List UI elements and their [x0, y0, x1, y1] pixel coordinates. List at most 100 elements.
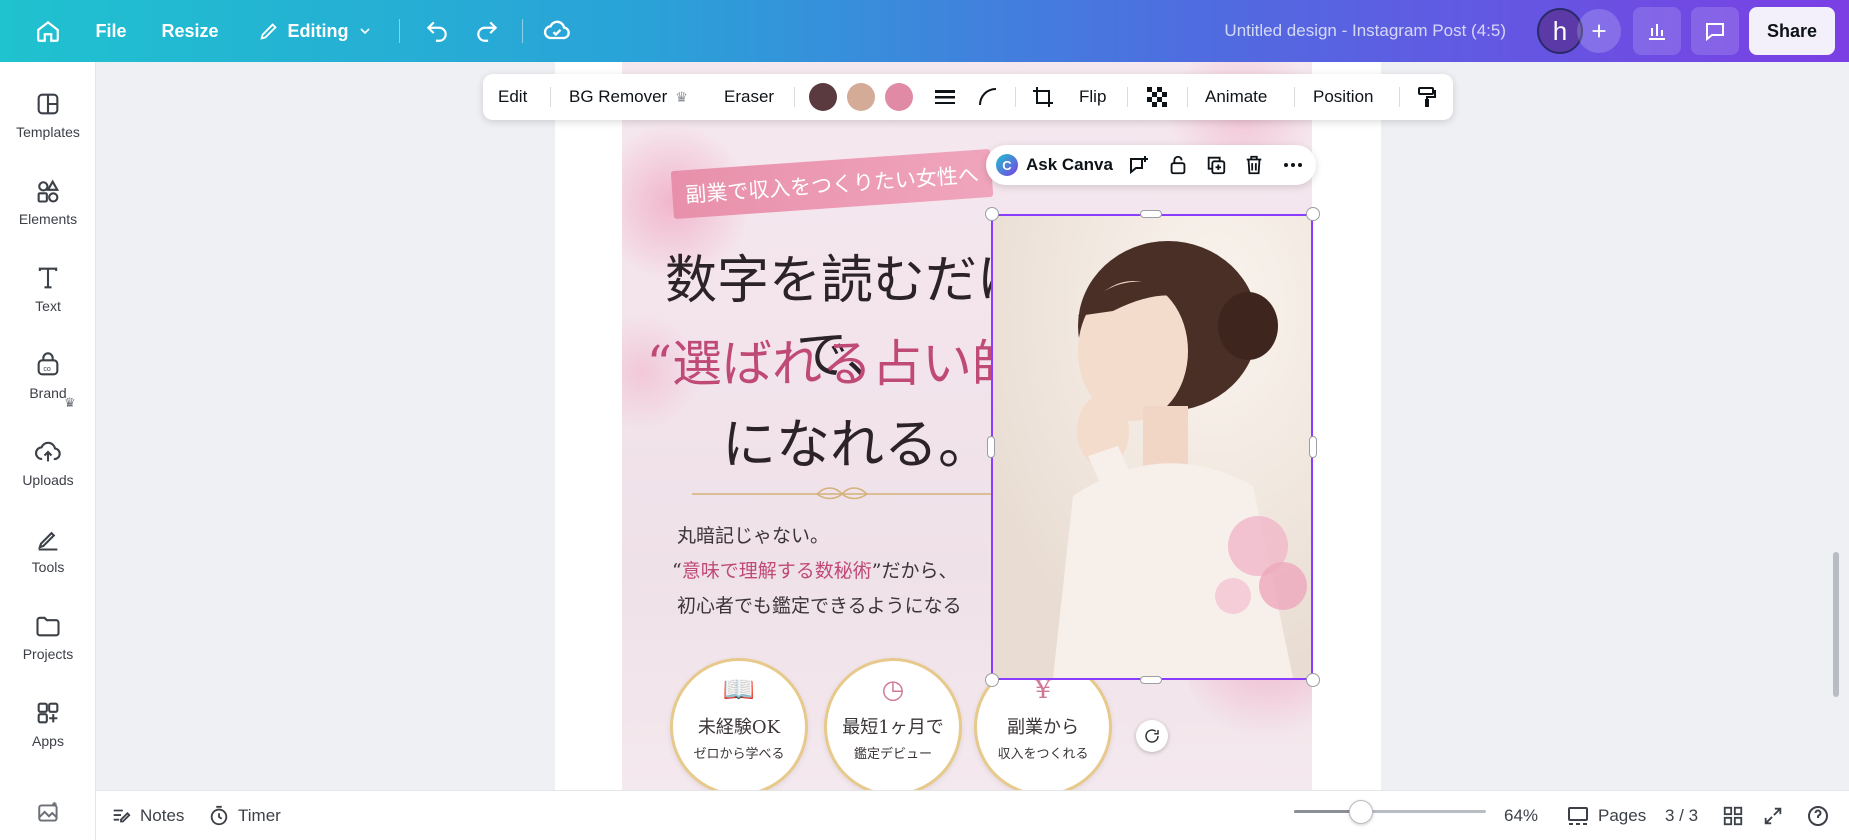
uploads-icon [34, 441, 61, 462]
border-style-icon [935, 90, 955, 104]
design-title[interactable]: Untitled design - Instagram Post (4:5) [1224, 0, 1506, 62]
pages-label: Pages [1598, 806, 1647, 825]
pages-button[interactable]: Pages [1566, 791, 1646, 840]
divider [399, 19, 400, 43]
ask-canva-label: Ask Canva [1026, 155, 1113, 174]
flip-button[interactable]: Flip [1079, 74, 1106, 120]
canvas-area[interactable]: 副業で収入をつくりたい女性へ 数字を読むだけで、 “選ばれる占い師” になれる。… [96, 62, 1849, 790]
add-collaborator-button[interactable] [1577, 9, 1621, 53]
bg-remover-button[interactable]: BG Remover ♛ [569, 74, 688, 120]
sidebar-item-projects[interactable]: Projects [0, 612, 96, 692]
more-options-button[interactable] [1281, 145, 1305, 185]
badge-subtitle: 鑑定デビュー [853, 747, 932, 762]
sidebar-item-label: Brand [29, 385, 67, 401]
eraser-button[interactable]: Eraser [724, 74, 774, 120]
resize-handle-left[interactable] [987, 436, 995, 458]
clock-icon: ◷ [881, 675, 905, 705]
zoom-slider-thumb[interactable] [1349, 800, 1374, 824]
color-swatch[interactable] [847, 83, 875, 111]
resize-handle[interactable] [985, 207, 999, 221]
edit-button[interactable]: Edit [498, 74, 527, 120]
home-icon [37, 20, 59, 42]
ask-canva-button[interactable]: C Ask Canva [996, 145, 1113, 185]
chevron-down-icon [359, 28, 370, 35]
rotate-handle[interactable] [1136, 720, 1168, 752]
sidebar-item-templates[interactable]: Templates [0, 90, 96, 170]
insights-button[interactable] [1633, 7, 1681, 55]
border-style-button[interactable] [933, 74, 957, 120]
grid-view-button[interactable] [1722, 791, 1744, 840]
undo-button[interactable] [420, 0, 454, 62]
divider [1399, 87, 1400, 107]
bg-remover-label: BG Remover [569, 87, 668, 106]
pencil-icon [259, 23, 277, 40]
comments-button[interactable] [1691, 7, 1739, 55]
home-button[interactable] [28, 0, 68, 62]
expand-icon [1764, 807, 1782, 825]
magic-image-icon[interactable] [36, 800, 62, 826]
fullscreen-button[interactable] [1762, 791, 1784, 840]
rotate-icon [1145, 729, 1159, 743]
badge-title: 副業から [1007, 717, 1079, 738]
lock-button[interactable] [1167, 145, 1189, 185]
zoom-value[interactable]: 64% [1504, 791, 1538, 840]
delete-button[interactable] [1243, 145, 1265, 185]
duplicate-button[interactable] [1205, 145, 1227, 185]
position-button[interactable]: Position [1313, 74, 1373, 120]
corner-rounding-button[interactable] [976, 74, 1000, 120]
sidebar-item-apps[interactable]: Apps [0, 699, 96, 779]
left-sidebar: Templates Elements Text ♛ co Brand Uploa… [0, 62, 96, 840]
ornament-divider [692, 487, 992, 500]
divider [1015, 87, 1016, 107]
templates-icon [37, 93, 59, 115]
text-icon [38, 267, 58, 289]
comment-plus-icon [1130, 156, 1148, 175]
resize-handle[interactable] [1306, 673, 1320, 687]
sidebar-item-brand[interactable]: co Brand [0, 351, 96, 431]
file-menu[interactable]: File [94, 0, 128, 62]
divider [1294, 87, 1295, 107]
sidebar-item-label: Projects [22, 646, 74, 662]
vertical-scrollbar[interactable] [1833, 552, 1839, 697]
editing-mode-menu[interactable]: Editing [252, 0, 378, 62]
sidebar-item-text[interactable]: Text [0, 264, 96, 344]
more-horizontal-icon [1284, 163, 1302, 167]
sidebar-item-elements[interactable]: Elements [0, 177, 96, 257]
trash-icon [1246, 155, 1262, 175]
resize-button[interactable]: Resize [161, 0, 219, 62]
share-button[interactable]: Share [1749, 7, 1835, 55]
resize-handle-top[interactable] [1140, 210, 1162, 218]
redo-button[interactable] [470, 0, 504, 62]
transparency-button[interactable] [1145, 74, 1169, 120]
resize-handle-bottom[interactable] [1140, 676, 1162, 684]
top-bar: File Resize Editing Untitled design - In… [0, 0, 1849, 62]
notes-button[interactable]: Notes [110, 791, 184, 840]
color-swatch[interactable] [809, 83, 837, 111]
color-swatch[interactable] [885, 83, 913, 111]
sidebar-item-label: Text [35, 298, 61, 314]
sidebar-item-tools[interactable]: Tools [0, 525, 96, 605]
resize-handle[interactable] [1306, 207, 1320, 221]
pages-icon [1568, 807, 1588, 825]
timer-button[interactable]: Timer [208, 791, 281, 840]
help-button[interactable] [1806, 791, 1830, 840]
help-icon [1808, 806, 1828, 826]
add-comment-button[interactable] [1127, 145, 1151, 185]
animate-button[interactable]: Animate [1205, 74, 1267, 120]
transparency-icon [1147, 87, 1167, 107]
crown-icon: ♛ [675, 88, 688, 105]
element-quick-actions: C Ask Canva [986, 145, 1316, 185]
cloud-save-status[interactable] [540, 0, 574, 62]
resize-handle-right[interactable] [1309, 436, 1317, 458]
sidebar-item-uploads[interactable]: Uploads [0, 438, 96, 518]
timer-label: Timer [238, 806, 281, 825]
duplicate-icon [1207, 156, 1226, 175]
zoom-slider-track[interactable] [1294, 810, 1486, 813]
copy-style-button[interactable] [1415, 74, 1439, 120]
timer-icon [210, 805, 228, 826]
divider [794, 87, 795, 107]
page-count[interactable]: 3 / 3 [1665, 791, 1698, 840]
resize-handle[interactable] [985, 673, 999, 687]
book-icon: 📖 [722, 675, 756, 705]
crop-button[interactable] [1031, 74, 1055, 120]
